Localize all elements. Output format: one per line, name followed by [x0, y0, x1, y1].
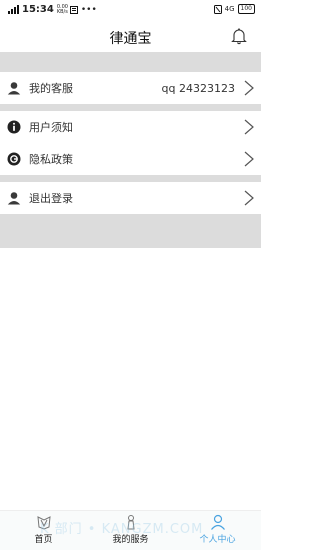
chevron-right-icon — [244, 119, 254, 135]
chevron-right-icon — [244, 80, 254, 96]
status-bar: 15:34 0.00 KB/s ••• 4G 100 — [0, 0, 261, 20]
privacy-policy-label: 隐私政策 — [29, 153, 73, 166]
nfc-icon — [213, 4, 222, 14]
signal-icon — [8, 5, 19, 14]
chevron-right-icon — [244, 151, 254, 167]
customer-service-label: 我的客服 — [29, 82, 73, 95]
net-speed: 0.00 KB/s — [56, 3, 68, 15]
section-gap — [0, 52, 261, 72]
logout-label: 退出登录 — [29, 192, 73, 205]
tab-my-services[interactable]: 我的服务 — [87, 511, 174, 550]
user-icon — [7, 81, 21, 95]
chevron-right-icon — [244, 190, 254, 206]
user-notice-label: 用户须知 — [29, 121, 73, 134]
user-icon — [7, 191, 21, 205]
navbar: 律通宝 — [0, 20, 261, 52]
user-notice-row[interactable]: 用户须知 — [0, 111, 261, 143]
tab-profile-label: 个人中心 — [199, 535, 236, 545]
notification-icon — [69, 5, 78, 14]
status-right: 4G 100 — [213, 4, 255, 14]
more-dots-icon: ••• — [80, 4, 97, 15]
page-title: 律通宝 — [109, 31, 152, 47]
person-icon — [210, 514, 225, 530]
section-gap — [0, 104, 261, 111]
tab-bar: 首页 我的服务 个人中心 — [0, 510, 261, 550]
tab-my-services-label: 我的服务 — [112, 535, 149, 545]
status-time: 15:34 — [22, 4, 54, 15]
battery-icon: 100 — [237, 4, 255, 14]
status-left: 15:34 0.00 KB/s ••• — [8, 4, 97, 15]
bell-icon[interactable] — [231, 27, 247, 45]
service-icon — [126, 515, 135, 530]
privacy-icon — [7, 152, 21, 166]
customer-service-row[interactable]: 我的客服 qq 24323123 — [0, 72, 261, 104]
tab-profile[interactable]: 个人中心 — [174, 511, 261, 550]
section-gap — [0, 175, 261, 182]
info-icon — [7, 120, 21, 134]
customer-service-qq: qq 24323123 — [161, 81, 235, 95]
tab-home[interactable]: 首页 — [0, 511, 87, 550]
home-icon — [36, 516, 51, 530]
tab-home-label: 首页 — [34, 535, 53, 545]
network-type: 4G — [224, 5, 235, 13]
privacy-policy-row[interactable]: 隐私政策 — [0, 143, 261, 175]
section-gap — [0, 214, 261, 248]
logout-row[interactable]: 退出登录 — [0, 182, 261, 214]
